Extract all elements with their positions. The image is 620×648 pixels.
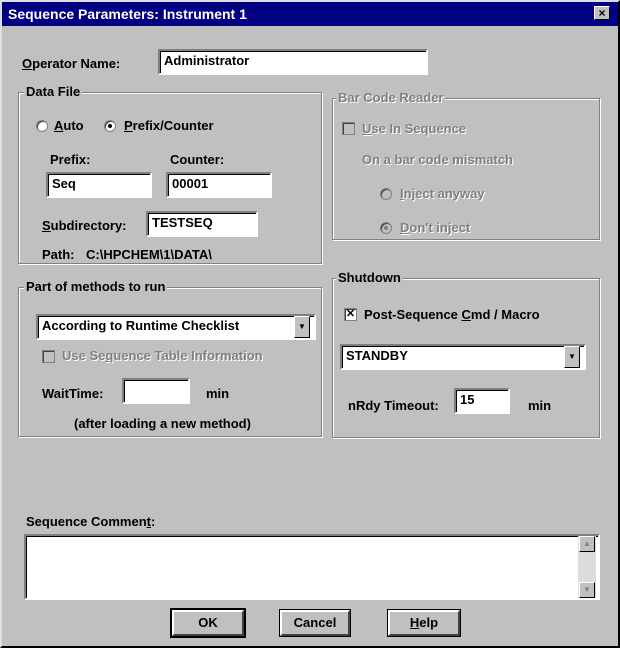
auto-label[interactable]: Auto [54, 118, 84, 133]
cancel-button[interactable]: Cancel [279, 609, 351, 637]
operator-name-field[interactable]: Administrator [158, 49, 428, 75]
waittime-unit: min [206, 386, 230, 401]
inject-anyway-radio[interactable] [380, 188, 392, 200]
post-sequence-cmd-checkbox[interactable]: ✕ [344, 308, 357, 321]
prefix-label: Prefix: [50, 152, 91, 167]
shutdown-legend: Shutdown [336, 270, 403, 285]
check-icon: ✕ [345, 308, 356, 320]
bar-code-reader-legend: Bar Code Reader [336, 90, 446, 105]
use-sequence-table-label[interactable]: Use Sequence Table Information [62, 348, 263, 363]
subdirectory-field[interactable]: TESTSEQ [146, 211, 258, 237]
sequence-comment-label: Sequence Comment: [26, 514, 156, 529]
sequence-parameters-dialog: Sequence Parameters: Instrument 1 × Oper… [0, 0, 620, 648]
methods-legend: Part of methods to run [24, 279, 168, 294]
macro-dropdown-value: STANDBY [346, 348, 408, 363]
methods-dropdown[interactable]: According to Runtime Checklist [36, 314, 316, 340]
use-sequence-table-checkbox[interactable] [42, 350, 55, 363]
nrdy-timeout-label: nRdy Timeout: [348, 398, 439, 413]
waittime-label: WaitTime: [42, 386, 104, 401]
path-value: C:\HPCHEM\1\DATA\ [86, 247, 212, 262]
window-title: Sequence Parameters: Instrument 1 [8, 6, 247, 22]
arrow-down-icon: ▼ [583, 585, 591, 594]
auto-radio[interactable] [36, 120, 48, 132]
subdirectory-label: Subdirectory: [42, 218, 127, 233]
radio-selected-dot [384, 226, 388, 230]
macro-dropdown[interactable]: STANDBY [340, 344, 586, 370]
waittime-note: (after loading a new method) [74, 416, 251, 431]
post-sequence-cmd-label[interactable]: Post-Sequence Cmd / Macro [364, 307, 540, 322]
radio-selected-dot [108, 124, 112, 128]
sequence-comment-textarea[interactable] [24, 534, 600, 600]
nrdy-timeout-field[interactable]: 15 [454, 388, 510, 414]
waittime-field[interactable] [122, 378, 190, 404]
mismatch-label: On a bar code mismatch [362, 152, 513, 167]
ok-button[interactable]: OK [170, 608, 246, 638]
dont-inject-radio[interactable] [380, 222, 392, 234]
close-icon: × [598, 6, 606, 20]
title-bar[interactable]: Sequence Parameters: Instrument 1 × [2, 2, 618, 26]
methods-dropdown-value: According to Runtime Checklist [42, 318, 240, 333]
path-label: Path: [42, 247, 75, 262]
close-button[interactable]: × [594, 6, 610, 20]
chevron-down-icon: ▼ [298, 322, 306, 331]
use-in-sequence-label[interactable]: Use In Sequence [362, 121, 466, 136]
bar-code-reader-group [332, 98, 600, 240]
use-in-sequence-checkbox[interactable] [342, 122, 355, 135]
chevron-down-icon: ▼ [568, 352, 576, 361]
methods-dropdown-button[interactable]: ▼ [294, 316, 310, 338]
scroll-down-button[interactable]: ▼ [579, 582, 595, 598]
arrow-up-icon: ▲ [583, 539, 591, 548]
prefix-counter-radio[interactable] [104, 120, 116, 132]
dont-inject-label[interactable]: Don't inject [400, 220, 470, 235]
help-button[interactable]: Help [387, 609, 461, 637]
prefix-counter-label[interactable]: Prefix/Counter [124, 118, 214, 133]
counter-field[interactable]: 00001 [166, 172, 272, 198]
macro-dropdown-button[interactable]: ▼ [564, 346, 580, 368]
inject-anyway-label[interactable]: Inject anyway [400, 186, 485, 201]
operator-name-label: Operator Name: [22, 56, 121, 71]
prefix-field[interactable]: Seq [46, 172, 152, 198]
scroll-up-button[interactable]: ▲ [579, 536, 595, 552]
nrdy-timeout-unit: min [528, 398, 552, 413]
comment-scrollbar[interactable]: ▲ ▼ [578, 536, 596, 598]
data-file-legend: Data File [24, 84, 83, 99]
counter-label: Counter: [170, 152, 225, 167]
